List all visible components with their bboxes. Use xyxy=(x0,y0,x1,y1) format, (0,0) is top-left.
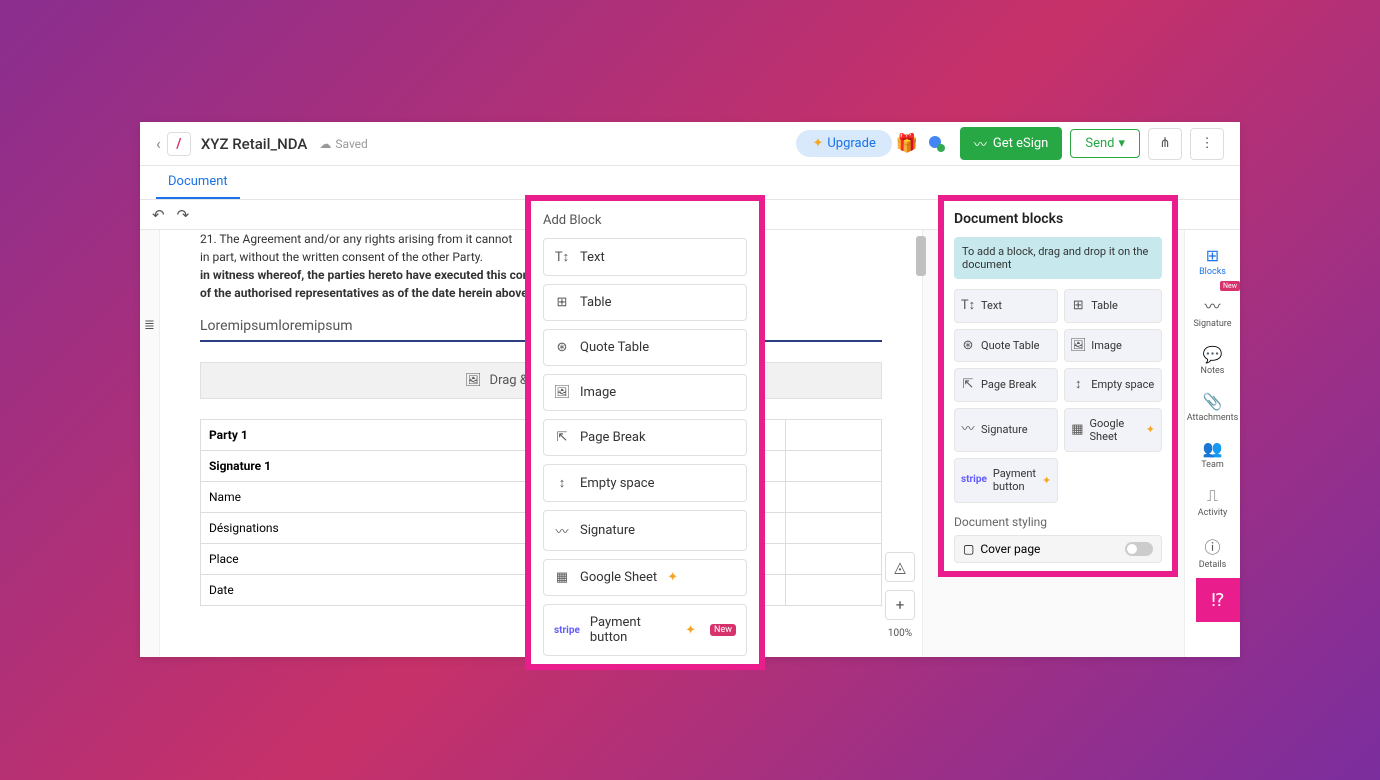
grid-block-quote-table[interactable]: ⊛Quote Table xyxy=(954,329,1058,363)
upgrade-label: Upgrade xyxy=(827,136,875,151)
tab-document[interactable]: Document xyxy=(156,166,240,199)
left-gutter: ≣ xyxy=(140,230,160,657)
sidebar-item-blocks[interactable]: ⊞ Blocks xyxy=(1185,238,1240,285)
grid-block-empty-space[interactable]: ↕Empty space xyxy=(1064,368,1162,402)
block-option-image[interactable]: 🖼Image xyxy=(543,374,747,411)
zoom-in-button[interactable]: + xyxy=(885,590,915,620)
send-button[interactable]: Send ▾ xyxy=(1070,129,1140,158)
user-icon[interactable] xyxy=(922,129,952,159)
sparkle-icon: ✦ xyxy=(812,136,823,151)
cover-page-label: Cover page xyxy=(980,542,1040,556)
cloud-icon: ☁ xyxy=(319,137,331,151)
block-option-quote-table[interactable]: ⊛Quote Table xyxy=(543,329,747,366)
esign-label: Get eSign xyxy=(993,136,1048,151)
back-chevron[interactable]: ‹ xyxy=(156,134,161,153)
help-fab[interactable]: ⁉ xyxy=(1196,578,1240,622)
scrollbar[interactable] xyxy=(916,236,926,276)
team-label: Team xyxy=(1201,460,1224,470)
grid-block-google-sheet[interactable]: ▦Google Sheet ✦ xyxy=(1064,408,1162,452)
block-option-payment-button[interactable]: stripePayment button ✦New xyxy=(543,604,747,656)
grid-block-page-break[interactable]: ⇱Page Break xyxy=(954,368,1058,402)
panel-hint: To add a block, drag and drop it on the … xyxy=(954,237,1162,279)
send-label: Send xyxy=(1085,136,1114,151)
zoom-level: 100% xyxy=(888,628,912,639)
saved-status: ☁ Saved xyxy=(319,137,367,151)
grid-block-signature[interactable]: 〰Signature xyxy=(954,408,1058,452)
block-option-page-break[interactable]: ⇱Page Break xyxy=(543,419,747,456)
undo-icon[interactable]: ↶ xyxy=(152,206,165,224)
new-badge: New xyxy=(1220,281,1240,291)
grid-block-table[interactable]: ⊞Table xyxy=(1064,289,1162,323)
add-block-menu: Add Block T↕Text ⊞Table ⊛Quote Table 🖼Image… xyxy=(525,195,765,670)
app-logo: / xyxy=(167,132,191,156)
sidebar-item-details[interactable]: ⓘ Details xyxy=(1185,526,1240,578)
signature-label: Signature xyxy=(1193,319,1231,329)
cover-page-row[interactable]: ▢ Cover page xyxy=(954,535,1162,563)
page-icon: ▢ xyxy=(963,542,974,556)
sidebar-item-activity[interactable]: ⎍ Activity xyxy=(1185,478,1240,526)
saved-label: Saved xyxy=(335,137,367,151)
grid-block-text[interactable]: T↕Text xyxy=(954,289,1058,323)
redo-icon[interactable]: ↷ xyxy=(177,206,190,224)
more-button[interactable]: ⋮ xyxy=(1190,128,1224,160)
kebab-icon: ⋮ xyxy=(1200,136,1213,151)
signature-icon: 〰 xyxy=(1204,293,1220,317)
topbar: ‹ / XYZ Retail_NDA ☁ Saved ✦ Upgrade 🎁 〰… xyxy=(140,122,1240,166)
grid-block-payment-button[interactable]: stripePayment button ✦ xyxy=(954,458,1058,502)
get-esign-button[interactable]: 〰 Get eSign xyxy=(960,127,1063,160)
activity-label: Activity xyxy=(1198,508,1227,518)
signature-icon: 〰 xyxy=(974,134,987,153)
paint-bucket-button[interactable]: ◬ xyxy=(885,552,915,582)
share-button[interactable]: ⋔ xyxy=(1148,128,1182,160)
sidebar-item-attachments[interactable]: 📎 Attachments xyxy=(1185,384,1240,431)
block-option-table[interactable]: ⊞Table xyxy=(543,284,747,321)
chevron-down-icon: ▾ xyxy=(1118,136,1125,151)
cover-toggle[interactable] xyxy=(1125,542,1153,556)
blocks-icon: ⊞ xyxy=(1206,246,1219,265)
image-icon: 🖼 xyxy=(465,373,482,388)
block-option-text[interactable]: T↕Text xyxy=(543,238,747,276)
sidebar-item-signature[interactable]: New 〰 Signature xyxy=(1185,285,1240,337)
add-block-title: Add Block xyxy=(543,213,747,228)
notes-icon: 💬 xyxy=(1203,345,1223,364)
upgrade-button[interactable]: ✦ Upgrade xyxy=(796,130,891,157)
blocks-label: Blocks xyxy=(1199,267,1226,277)
document-blocks-panel: Document blocks To add a block, drag and… xyxy=(938,195,1178,577)
block-option-google-sheet[interactable]: ▦Google Sheet ✦ xyxy=(543,559,747,596)
details-label: Details xyxy=(1199,560,1227,570)
sidebar-item-notes[interactable]: 💬 Notes xyxy=(1185,337,1240,384)
block-option-empty-space[interactable]: ↕Empty space xyxy=(543,464,747,502)
info-icon: ⓘ xyxy=(1204,534,1220,558)
share-icon: ⋔ xyxy=(1159,136,1170,151)
panel-title: Document blocks xyxy=(954,211,1162,227)
grid-block-image[interactable]: 🖼Image xyxy=(1064,329,1162,363)
block-option-signature[interactable]: 〰Signature xyxy=(543,510,747,551)
gift-icon[interactable]: 🎁 xyxy=(892,129,922,159)
document-title[interactable]: XYZ Retail_NDA xyxy=(201,135,308,153)
attachments-label: Attachments xyxy=(1187,413,1238,423)
paperclip-icon: 📎 xyxy=(1203,392,1223,411)
sidebar-item-team[interactable]: 👥 Team xyxy=(1185,431,1240,478)
paint-icon: ◬ xyxy=(894,558,906,576)
team-icon: 👥 xyxy=(1203,439,1223,458)
chat-icon: ⁉ xyxy=(1211,590,1224,611)
zoom-controls: ◬ + 100% xyxy=(885,552,915,639)
styling-title: Document styling xyxy=(954,515,1162,529)
notes-label: Notes xyxy=(1201,366,1225,376)
outline-icon[interactable]: ≣ xyxy=(140,316,159,335)
activity-icon: ⎍ xyxy=(1207,486,1218,506)
